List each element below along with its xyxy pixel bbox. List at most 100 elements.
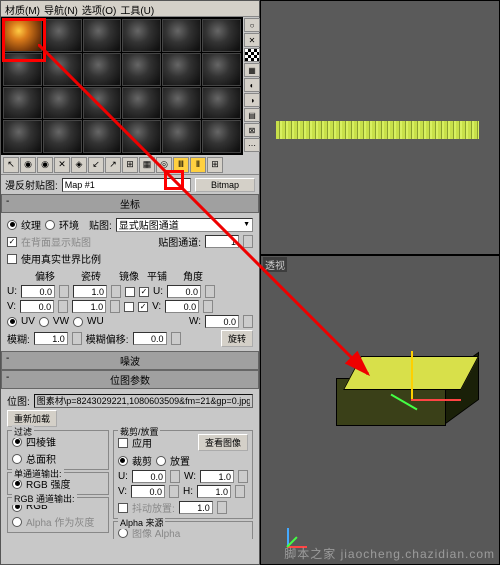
wu-radio[interactable] [73,317,83,327]
go-forward-icon[interactable]: Ⅱ [190,157,206,173]
material-slot[interactable] [43,19,82,52]
material-slot[interactable] [122,87,161,120]
watermark: 脚本之家 jiaocheng.chazidian.com [284,545,495,562]
blur-offset-input[interactable] [133,332,167,345]
select-by-material-icon[interactable]: ⊠ [244,123,260,137]
real-world-check[interactable] [7,254,17,264]
alpha-image-radio[interactable] [118,528,128,538]
v-mirror[interactable] [124,302,134,312]
put-to-scene-icon[interactable]: ◉ [20,157,36,173]
uv-radio[interactable] [7,317,17,327]
material-slot[interactable] [202,53,241,86]
map-slot-label: 漫反射贴图: [5,177,58,192]
reset-map-icon[interactable]: ✕ [54,157,70,173]
material-slot[interactable] [122,53,161,86]
vw-radio[interactable] [39,317,49,327]
material-slot[interactable] [162,19,201,52]
v-offset[interactable] [20,300,54,313]
blur-input[interactable] [34,332,68,345]
make-copy-icon[interactable]: ◈ [71,157,87,173]
make-unique-icon[interactable]: ↙ [88,157,104,173]
material-slot[interactable] [162,53,201,86]
menu-navigation[interactable]: 导航(N) [44,2,78,15]
material-slot[interactable] [122,19,161,52]
sample-uv-icon[interactable]: ▦ [244,63,260,77]
environ-radio[interactable] [45,220,55,230]
material-slot[interactable] [3,120,42,153]
texture-radio[interactable] [7,220,17,230]
box-object[interactable] [336,356,476,451]
place-radio[interactable] [156,456,166,466]
rotate-button[interactable]: 旋转 [221,330,253,347]
spinner[interactable] [243,235,253,248]
object-top-view[interactable] [276,121,479,139]
crop-radio[interactable] [118,456,128,466]
backlight-icon[interactable]: ✕ [244,33,260,47]
pick-material-icon[interactable]: ⊞ [207,157,223,173]
material-id-icon[interactable]: ⊞ [122,157,138,173]
v-tile-check[interactable] [138,302,148,312]
preview-icon[interactable]: ◑ [244,93,260,107]
jitter-check[interactable] [118,503,128,513]
material-slot[interactable] [43,87,82,120]
assign-to-selection-icon[interactable]: ◉ [37,157,53,173]
u-offset[interactable] [21,285,55,298]
material-slot[interactable] [43,120,82,153]
u-angle[interactable] [167,285,201,298]
v-angle[interactable] [165,300,199,313]
u-tile[interactable] [73,285,107,298]
map-channel-input[interactable] [205,235,239,248]
map-type-button[interactable]: Bitmap [195,178,255,192]
material-slot[interactable] [202,87,241,120]
w-angle[interactable] [205,315,239,328]
map-name-input[interactable] [62,178,191,192]
menu-options[interactable]: 选项(O) [82,2,116,15]
material-slot[interactable] [162,87,201,120]
material-slot[interactable] [162,120,201,153]
u-tile-check[interactable] [139,287,149,297]
show-in-viewport-icon[interactable]: ▦ [139,157,155,173]
material-slot[interactable] [202,120,241,153]
material-slot[interactable] [3,53,42,86]
u-mirror[interactable] [125,287,135,297]
viewport-top[interactable] [260,0,500,255]
view-image-button[interactable]: 查看图像 [198,434,248,451]
bitmap-path-input[interactable] [34,394,253,408]
mapping-dropdown[interactable]: 显式贴图通道 [116,218,253,232]
material-slot-1[interactable] [3,19,42,52]
menu-bar: 材质(M) 导航(N) 选项(O) 工具(U) [1,1,259,17]
show-end-result-icon[interactable]: ◎ [156,157,172,173]
material-map-navigator-icon[interactable]: ⋯ [244,138,260,152]
menu-materials[interactable]: 材质(M) [5,2,40,15]
material-slot[interactable] [83,87,122,120]
menu-utilities[interactable]: 工具(U) [120,2,154,15]
video-check-icon[interactable]: ◐ [244,78,260,92]
material-toolbar: ↖ ◉ ◉ ✕ ◈ ↙ ↗ ⊞ ▦ ◎ Ⅲ Ⅱ ⊞ [1,155,259,175]
sample-type-icon[interactable]: ○ [244,18,260,32]
pyramidal-radio[interactable] [12,437,22,447]
go-to-parent-icon[interactable]: Ⅲ [173,157,189,173]
material-sample-grid [1,17,243,155]
bitmap-rollout-header[interactable]: 位图参数 [1,370,259,389]
options-icon[interactable]: ▤ [244,108,260,122]
material-slot[interactable] [83,19,122,52]
viewport-perspective[interactable]: 透视 脚本之家 jiaocheng.chazidian.com [260,255,500,565]
coordinates-rollout-header[interactable]: 坐标 [1,194,259,213]
material-editor-panel: 材质(M) 导航(N) 选项(O) 工具(U) [0,0,260,565]
material-slot[interactable] [83,53,122,86]
material-slot[interactable] [83,120,122,153]
get-material-icon[interactable]: ↖ [3,157,19,173]
show-on-back-check[interactable] [7,237,17,247]
material-slot[interactable] [43,53,82,86]
material-slot[interactable] [202,19,241,52]
alpha-gray-radio[interactable] [12,517,22,527]
mono-rgb-radio[interactable] [12,479,22,489]
material-slot[interactable] [3,87,42,120]
background-icon[interactable] [244,48,260,62]
put-to-library-icon[interactable]: ↗ [105,157,121,173]
summed-radio[interactable] [12,454,22,464]
noise-rollout-header[interactable]: 噪波 [1,351,259,370]
apply-check[interactable] [118,438,128,448]
material-slot[interactable] [122,120,161,153]
v-tile[interactable] [72,300,106,313]
